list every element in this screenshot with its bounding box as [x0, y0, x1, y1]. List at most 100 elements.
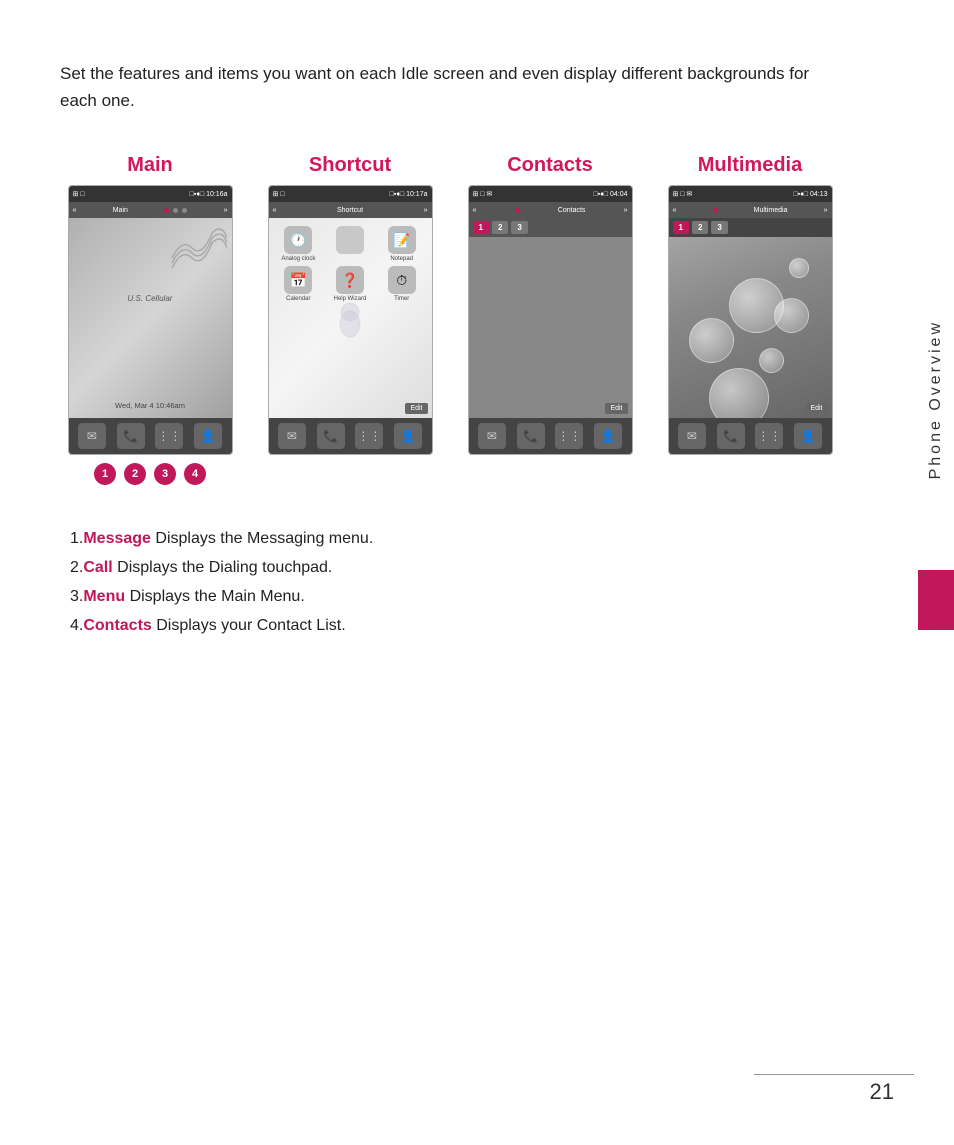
nav-label-multimedia: Multimedia: [754, 207, 788, 214]
legend-label-message: Message: [83, 530, 151, 547]
multimedia-tab-1[interactable]: 1: [673, 221, 689, 234]
legend-label-menu: Menu: [83, 588, 125, 605]
date-time-text: Wed, Mar 4 10:46am: [115, 401, 185, 410]
legend-label-call: Call: [83, 559, 112, 576]
edit-button-contacts[interactable]: Edit: [605, 403, 627, 414]
contacts-bg: 1 2 3 Edit: [469, 218, 632, 418]
screen-label-multimedia: Multimedia: [698, 154, 802, 177]
status-bar-main: ⊞ □ □▪♦□ 10:16a: [69, 186, 232, 202]
bubble-6: [789, 258, 809, 278]
phone-screen-multimedia: ⊞ □ ✉ □▪♦□ 04:13 « Multimedia » 1 2 3: [668, 185, 833, 455]
side-label-container: Phone Overview: [918, 320, 954, 580]
nav-arrows-right: »: [224, 207, 228, 214]
timer-label: Timer: [394, 296, 409, 302]
dock-mm-message: ✉: [678, 423, 706, 449]
dock-c-message: ✉: [478, 423, 506, 449]
nav-bar-shortcut: « Shortcut »: [269, 202, 432, 218]
circle-2: 2: [124, 463, 146, 485]
contacts-tab-2[interactable]: 2: [492, 221, 508, 234]
screen-item-main: Main ⊞ □ □▪♦□ 10:16a « Main »: [60, 154, 240, 485]
edit-button-shortcut[interactable]: Edit: [405, 403, 427, 414]
dock-mm-call: 📞: [717, 423, 745, 449]
help-icon: ❓: [336, 266, 364, 294]
screen-item-contacts: Contacts ⊞ □ ✉ □▪♦□ 04:04 « Contacts » 1…: [460, 154, 640, 455]
bubble-4: [759, 348, 784, 373]
screen-item-multimedia: Multimedia ⊞ □ ✉ □▪♦□ 04:13 « Multimedia…: [660, 154, 840, 455]
numbered-circles: 1 2 3 4: [94, 463, 206, 485]
status-left-main: ⊞ □: [73, 190, 85, 198]
bubble-1: [729, 278, 784, 333]
multimedia-tab-3[interactable]: 3: [711, 221, 727, 234]
multimedia-tab-2[interactable]: 2: [692, 221, 708, 234]
status-left-contacts: ⊞ □ ✉: [473, 190, 493, 198]
phone-screen-shortcut: ⊞ □ □▪♦□ 10:17a « Shortcut » 🕐 Analog cl…: [268, 185, 433, 455]
screen-item-shortcut: Shortcut ⊞ □ □▪♦□ 10:17a « Shortcut » 🕐 …: [260, 154, 440, 455]
phone-screen-main: ⊞ □ □▪♦□ 10:16a « Main »: [68, 185, 233, 455]
nav-dots: [164, 208, 187, 213]
contacts-tab-3[interactable]: 3: [511, 221, 527, 234]
circle-1: 1: [94, 463, 116, 485]
screen-label-contacts: Contacts: [507, 154, 593, 177]
dock-sc-message: ✉: [278, 423, 306, 449]
dock-c-contacts: 👤: [594, 423, 622, 449]
nav-arrows-left-sc: «: [273, 207, 277, 214]
contacts-tab-1[interactable]: 1: [473, 221, 489, 234]
dock-icon-message: ✉: [78, 423, 106, 449]
shortcut-app-analog-clock: 🕐 Analog clock: [275, 226, 323, 262]
side-bar-accent: [918, 570, 954, 630]
nav-bar-main: « Main »: [69, 202, 232, 218]
page-container: Set the features and items you want on e…: [0, 0, 900, 681]
nav-arrows-right-c: »: [624, 207, 628, 214]
waterdrop-center: [330, 298, 370, 338]
intro-text: Set the features and items you want on e…: [60, 60, 840, 114]
legend-number-1: 1.: [70, 530, 83, 547]
dock-c-menu: ⋮⋮: [555, 423, 583, 449]
bottom-rule: [754, 1074, 914, 1075]
status-bar-contacts: ⊞ □ ✉ □▪♦□ 04:04: [469, 186, 632, 202]
dock-mm-menu: ⋮⋮: [755, 423, 783, 449]
shortcut-app-timer: ⏱ Timer: [378, 266, 426, 302]
timer-icon: ⏱: [388, 266, 416, 294]
analog-clock-icon: 🕐: [284, 226, 312, 254]
shortcut-icons-grid: 🕐 Analog clock 📝 Notepad 📅: [269, 218, 432, 306]
shortcut-app-notepad: 📝 Notepad: [378, 226, 426, 262]
legend-item-1: 1.Message Displays the Messaging menu.: [70, 525, 840, 554]
edit-button-multimedia[interactable]: Edit: [805, 403, 827, 414]
shortcut-app-help: ❓ Help Wizard: [326, 266, 374, 302]
legend-desc-call: Displays the Dialing touchpad.: [113, 559, 333, 576]
nav-arrows-left-c: «: [473, 207, 477, 214]
us-cellular-text: U.S. Cellular: [128, 294, 173, 303]
nav-bar-contacts: « Contacts »: [469, 202, 632, 218]
notepad-icon: 📝: [388, 226, 416, 254]
dock-c-call: 📞: [517, 423, 545, 449]
bubble-3: [689, 318, 734, 363]
nav-label-main: Main: [113, 207, 128, 214]
page-number: 21: [870, 1079, 894, 1105]
phone-screen-contacts: ⊞ □ ✉ □▪♦□ 04:04 « Contacts » 1 2 3 Edit: [468, 185, 633, 455]
bottom-dock-shortcut: ✉ 📞 ⋮⋮ 👤: [269, 418, 432, 454]
circle-4: 4: [184, 463, 206, 485]
legend-item-3: 3.Menu Displays the Main Menu.: [70, 583, 840, 612]
legend-desc-message: Displays the Messaging menu.: [151, 530, 373, 547]
nav-arrows-right-sc: »: [424, 207, 428, 214]
status-left-shortcut: ⊞ □: [273, 190, 285, 198]
contacts-tabs: 1 2 3: [469, 218, 632, 237]
waterdrop-svg: [330, 298, 370, 338]
circle-3: 3: [154, 463, 176, 485]
nav-dot-multimedia: [713, 208, 718, 213]
nav-dot-contacts: [515, 208, 520, 213]
nav-label-shortcut: Shortcut: [337, 207, 363, 214]
nav-arrows-left: «: [73, 207, 77, 214]
status-left-mm: ⊞ □ ✉: [673, 190, 693, 198]
dock-sc-menu: ⋮⋮: [355, 423, 383, 449]
dock-sc-contacts: 👤: [394, 423, 422, 449]
screen-label-main: Main: [127, 154, 173, 177]
screen-label-shortcut: Shortcut: [309, 154, 391, 177]
calendar-label: Calendar: [286, 296, 310, 302]
status-right-contacts: □▪♦□ 04:04: [594, 191, 628, 198]
analog-clock-label: Analog clock: [281, 256, 315, 262]
side-text: Phone Overview: [927, 320, 945, 489]
dock-icon-call: 📞: [117, 423, 145, 449]
shortcut-app-blank: [326, 226, 374, 262]
legend-number-2: 2.: [70, 559, 83, 576]
